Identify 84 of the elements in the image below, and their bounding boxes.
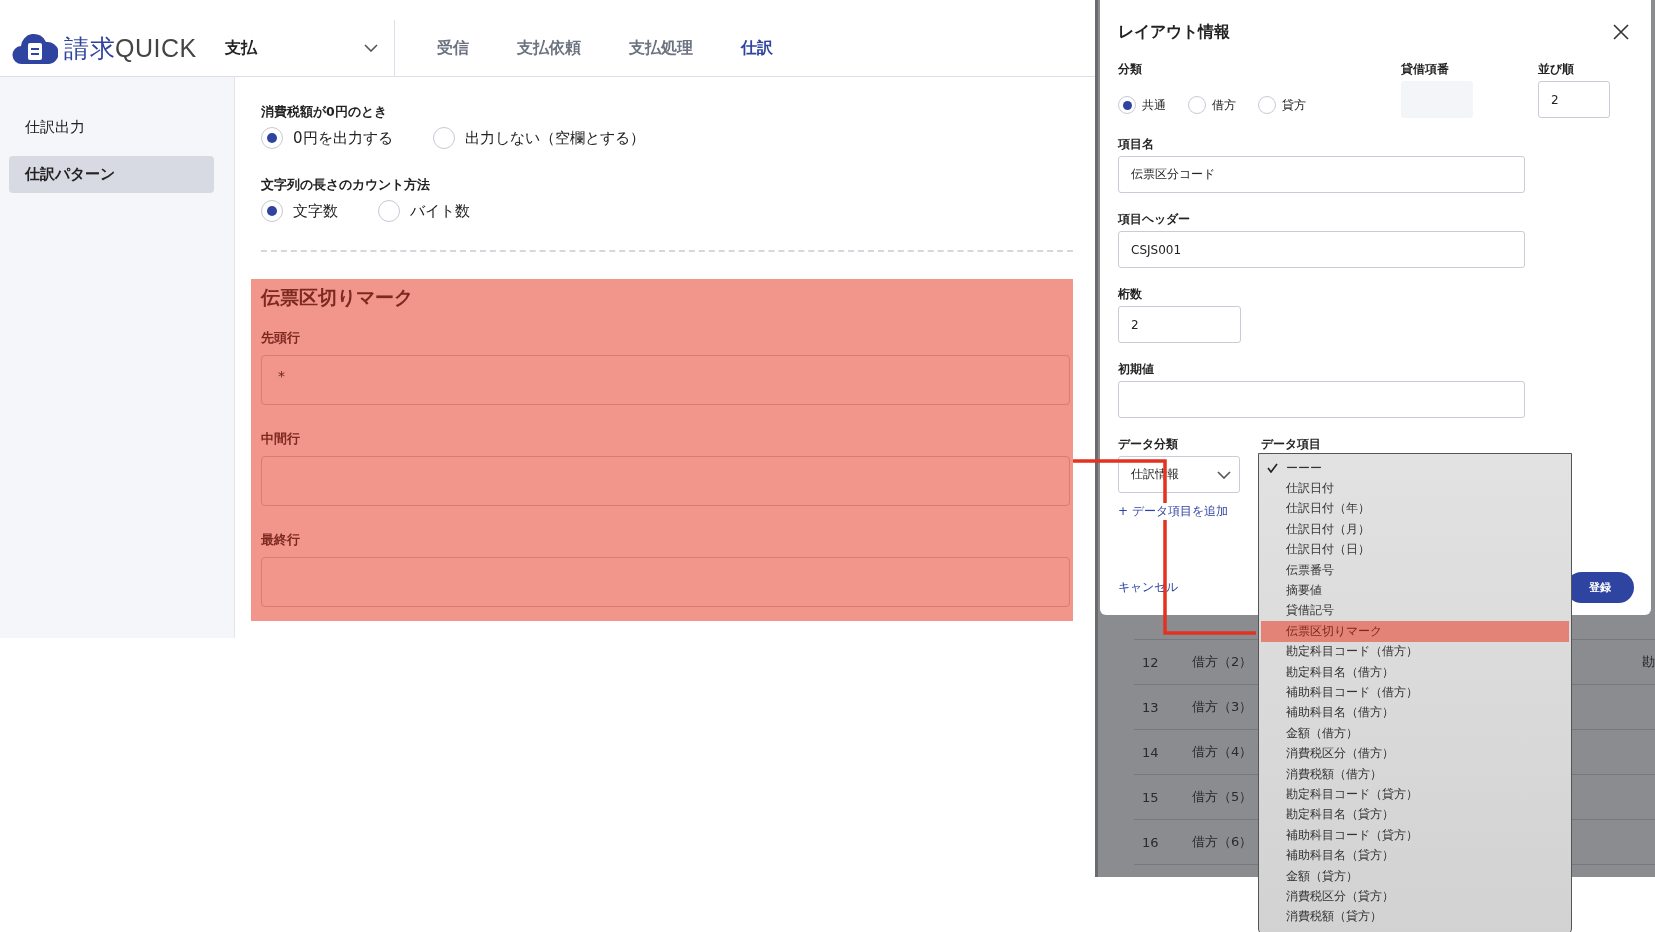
menu-item[interactable]: 貸借記号 xyxy=(1261,600,1569,622)
menu-item[interactable]: 仕訳日付（年） xyxy=(1261,498,1569,520)
menu-item[interactable]: 消費税額（借方） xyxy=(1261,763,1569,785)
input-field[interactable] xyxy=(261,456,1070,506)
table-cell: 勘 xyxy=(1642,653,1655,671)
table-cell: 借方（4） xyxy=(1192,743,1253,761)
dialog-title: レイアウト情報 xyxy=(1118,21,1230,43)
menu-item[interactable]: 摘要値 xyxy=(1261,580,1569,601)
menu-item[interactable]: 勘定科目名（貸方） xyxy=(1261,804,1569,826)
menu-item[interactable]: 補助科目コード（貸方） xyxy=(1261,825,1569,846)
radio-label: バイト数 xyxy=(410,201,470,221)
field-label: データ分類 xyxy=(1118,437,1179,451)
field-label: 並び順 xyxy=(1538,62,1575,76)
radio-label: 出力しない（空欄とする） xyxy=(464,128,645,148)
menu-item[interactable]: 勘定科目コード（貸方） xyxy=(1261,784,1569,805)
module-select[interactable]: 支払 xyxy=(224,19,395,77)
menu-item[interactable]: 補助科目名（借方） xyxy=(1261,702,1569,724)
radio-button[interactable] xyxy=(1188,96,1206,114)
radio-label: 文字数 xyxy=(293,201,338,221)
radio-button[interactable] xyxy=(1118,96,1136,114)
menu-item[interactable]: 勘定科目コード（借方） xyxy=(1261,641,1569,662)
chevron-down-icon xyxy=(1217,470,1231,479)
field-label: 中間行 xyxy=(261,431,301,448)
menu-item[interactable]: 消費税額（貸方） xyxy=(1261,906,1569,927)
input-field[interactable]: 伝票区分コード xyxy=(1118,156,1525,193)
field-label: 桁数 xyxy=(1118,287,1143,301)
table-cell: 借方（6） xyxy=(1192,833,1253,851)
field-label: 消費税額が0円のとき xyxy=(261,104,388,121)
input-field[interactable]: * xyxy=(261,355,1070,405)
radio-label: 貸方 xyxy=(1282,97,1306,113)
radio-button[interactable] xyxy=(261,200,283,222)
table-cell: 借方（5） xyxy=(1192,788,1253,806)
field-label: 項目ヘッダー xyxy=(1118,212,1191,226)
sidebar-item[interactable]: 仕訳パターン xyxy=(9,156,214,193)
table-cell-text: 16 xyxy=(1141,834,1160,850)
radio-label: 共通 xyxy=(1142,97,1166,113)
radio-button[interactable] xyxy=(432,127,455,149)
input-field[interactable]: 2 xyxy=(1538,81,1610,118)
field-label: 分類 xyxy=(1118,62,1143,76)
radio-button[interactable] xyxy=(378,200,400,222)
field-label: 最終行 xyxy=(261,532,301,549)
menu-item[interactable]: 伝票番号 xyxy=(1261,559,1569,581)
table-cell-text: 14 xyxy=(1141,744,1160,760)
nav-tab[interactable]: 受信 xyxy=(412,37,493,59)
menu-item[interactable]: 金額（貸方） xyxy=(1261,865,1569,887)
close-icon xyxy=(1613,24,1629,40)
field-label: 先頭行 xyxy=(261,330,301,347)
table-cell: 借方（2） xyxy=(1192,653,1253,671)
input-field[interactable]: CSJS001 xyxy=(1118,231,1525,268)
radio-label: 0円を出力する xyxy=(293,128,393,148)
field-label: 項目名 xyxy=(1118,137,1155,151)
sidebar-item[interactable]: 仕訳出力 xyxy=(9,109,214,146)
nav-tab[interactable]: 仕訳 xyxy=(716,37,797,59)
table-cell-text: 15 xyxy=(1141,789,1160,805)
field-label: 貸借項番 xyxy=(1401,62,1450,76)
table-cell: 借方（3） xyxy=(1192,698,1253,716)
table-cell-text: 12 xyxy=(1141,654,1160,670)
menu-item[interactable]: 消費税区分（貸方） xyxy=(1261,886,1569,907)
menu-item[interactable]: 伝票区切りマーク xyxy=(1261,621,1569,642)
menu-item[interactable]: 補助科目名（貸方） xyxy=(1261,845,1569,866)
logo-text: 請求QUICK xyxy=(64,32,197,64)
input-field[interactable] xyxy=(1118,381,1525,418)
field-label: 文字列の長さのカウント方法 xyxy=(261,177,431,194)
menu-item[interactable]: 補助科目コード（借方） xyxy=(1261,682,1569,703)
menu-item[interactable]: 仕訳日付（日） xyxy=(1261,539,1569,560)
radio-button[interactable] xyxy=(261,127,283,149)
input-field[interactable] xyxy=(261,557,1070,607)
add-data-item-link[interactable]: + データ項目を追加 xyxy=(1118,503,1228,520)
field-label: 初期値 xyxy=(1118,362,1155,376)
field-label: データ項目 xyxy=(1261,437,1321,451)
input-field[interactable]: 2 xyxy=(1118,306,1241,343)
radio-button[interactable] xyxy=(1258,96,1276,114)
section-title: 伝票区切りマーク xyxy=(261,285,414,310)
menu-item[interactable]: ーーー xyxy=(1261,458,1569,479)
menu-item[interactable]: 勘定科目名（借方） xyxy=(1261,661,1569,683)
radio-label: 借方 xyxy=(1212,97,1236,113)
table-cell-text: 13 xyxy=(1141,699,1160,715)
menu-item[interactable]: 仕訳日付 xyxy=(1261,478,1569,499)
chevron-down-icon xyxy=(363,44,378,52)
nav-tab[interactable]: 支払依頼 xyxy=(492,37,605,59)
menu-item[interactable]: 仕訳日付（月） xyxy=(1261,519,1569,540)
nav-tab[interactable]: 支払処理 xyxy=(604,37,717,59)
menu-item[interactable]: 消費税区分（借方） xyxy=(1261,743,1569,764)
menu-item[interactable]: 金額（借方） xyxy=(1261,723,1569,744)
